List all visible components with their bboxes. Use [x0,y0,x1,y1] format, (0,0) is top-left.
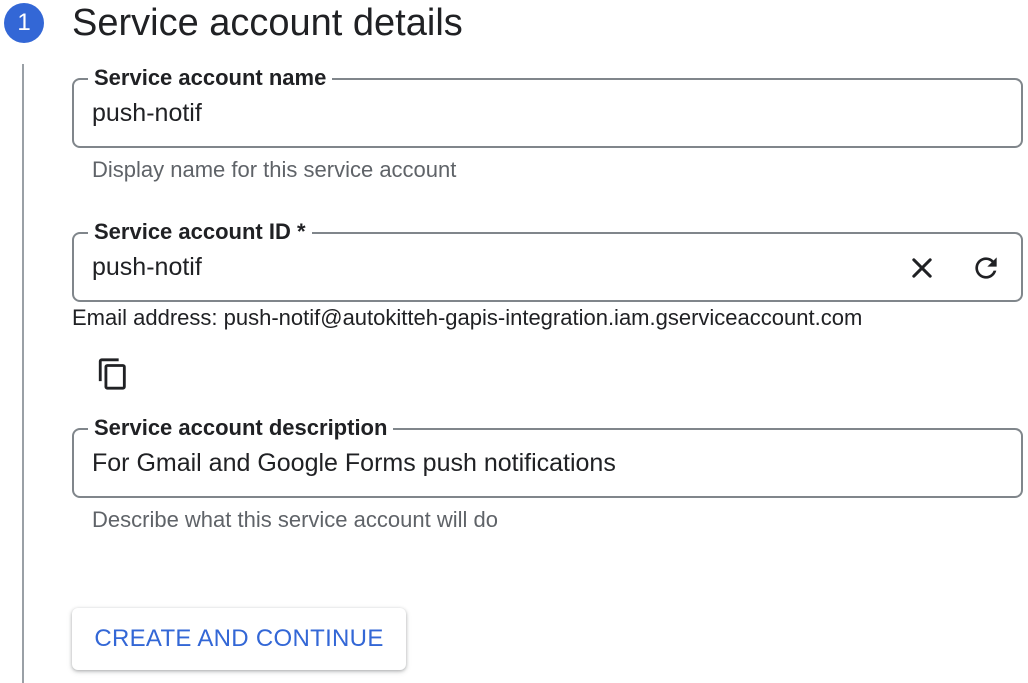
service-account-description-hint: Describe what this service account will … [92,507,498,532]
close-icon[interactable] [904,250,940,286]
service-account-id-field[interactable]: Service account ID * [72,219,1023,302]
step-number-badge: 1 [4,3,44,43]
service-account-name-field[interactable]: Service account name [72,65,1023,148]
service-account-description-field[interactable]: Service account description [72,415,1023,498]
create-and-continue-button[interactable]: CREATE AND CONTINUE [72,608,406,670]
step-connector-line [22,64,24,683]
service-account-name-hint: Display name for this service account [92,157,457,182]
service-account-description-input[interactable] [92,445,992,481]
step-title: Service account details [72,2,463,44]
service-account-name-label: Service account name [88,65,333,91]
email-address-text: Email address: push-notif@autokitteh-gap… [72,305,863,330]
refresh-icon[interactable] [968,250,1004,286]
service-account-description-label: Service account description [88,415,394,441]
service-account-id-label: Service account ID * [88,219,312,245]
service-account-form: 1 Service account details Service accoun… [0,0,1028,683]
copy-icon[interactable] [96,357,130,391]
service-account-name-input[interactable] [92,95,852,131]
service-account-id-input[interactable] [92,249,852,285]
